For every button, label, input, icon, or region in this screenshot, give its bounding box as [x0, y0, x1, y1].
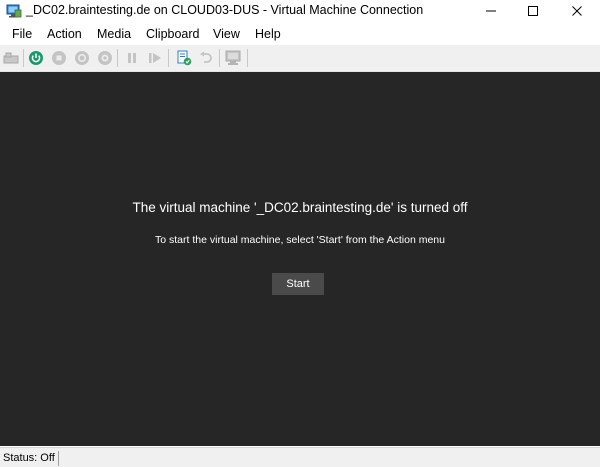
toolbar-separator	[247, 49, 248, 67]
toolbar-separator	[168, 49, 169, 67]
vm-display-area[interactable]: The virtual machine '_DC02.braintesting.…	[0, 72, 600, 446]
toolbar	[0, 45, 600, 72]
menu-help[interactable]: Help	[255, 27, 281, 41]
save-button[interactable]	[96, 49, 114, 67]
ctrl-alt-del-button[interactable]	[2, 49, 20, 67]
turn-off-button[interactable]	[50, 49, 68, 67]
menu-bar: File Action Media Clipboard View Help	[0, 24, 600, 44]
save-icon	[98, 51, 112, 65]
maximize-icon	[528, 6, 538, 16]
resume-button[interactable]	[146, 49, 164, 67]
pause-button[interactable]	[123, 49, 141, 67]
status-bar: Status: Off	[0, 447, 600, 467]
toolbar-separator	[23, 49, 24, 67]
status-text: Status: Off	[3, 452, 55, 464]
start-button[interactable]: Start	[272, 273, 324, 295]
toolbar-separator	[219, 49, 220, 67]
close-icon	[572, 6, 582, 16]
enhanced-session-button[interactable]	[225, 49, 243, 67]
turn-off-icon	[52, 51, 66, 65]
pause-icon	[128, 53, 136, 63]
vm-status-message: The virtual machine '_DC02.braintesting.…	[132, 200, 468, 215]
title-bar: _DC02.braintesting.de on CLOUD03-DUS - V…	[0, 0, 600, 22]
checkpoint-button[interactable]	[175, 49, 193, 67]
vm-connection-window: _DC02.braintesting.de on CLOUD03-DUS - V…	[0, 0, 600, 467]
maximize-button[interactable]	[510, 0, 556, 22]
window-title: _DC02.braintesting.de on CLOUD03-DUS - V…	[26, 3, 424, 17]
start-icon	[29, 51, 43, 65]
menu-action[interactable]: Action	[47, 27, 82, 41]
minimize-icon	[486, 10, 496, 12]
ctrl-alt-del-icon	[3, 52, 19, 64]
revert-button[interactable]	[197, 49, 215, 67]
revert-icon	[200, 51, 212, 63]
menu-view[interactable]: View	[213, 27, 240, 41]
resume-icon	[149, 53, 161, 63]
shut-down-button[interactable]	[73, 49, 91, 67]
checkpoint-icon	[177, 50, 192, 66]
status-separator	[58, 451, 59, 466]
shut-down-icon	[75, 51, 89, 65]
close-button[interactable]	[554, 0, 600, 22]
enhanced-session-icon	[225, 50, 241, 65]
menu-clipboard[interactable]: Clipboard	[146, 27, 200, 41]
start-toolbar-button[interactable]	[27, 49, 45, 67]
menu-file[interactable]: File	[12, 27, 32, 41]
menu-media[interactable]: Media	[97, 27, 131, 41]
vm-connection-icon	[6, 4, 22, 18]
minimize-button[interactable]	[468, 0, 514, 22]
toolbar-separator	[117, 49, 118, 67]
vm-instruction-message: To start the virtual machine, select 'St…	[155, 234, 445, 246]
